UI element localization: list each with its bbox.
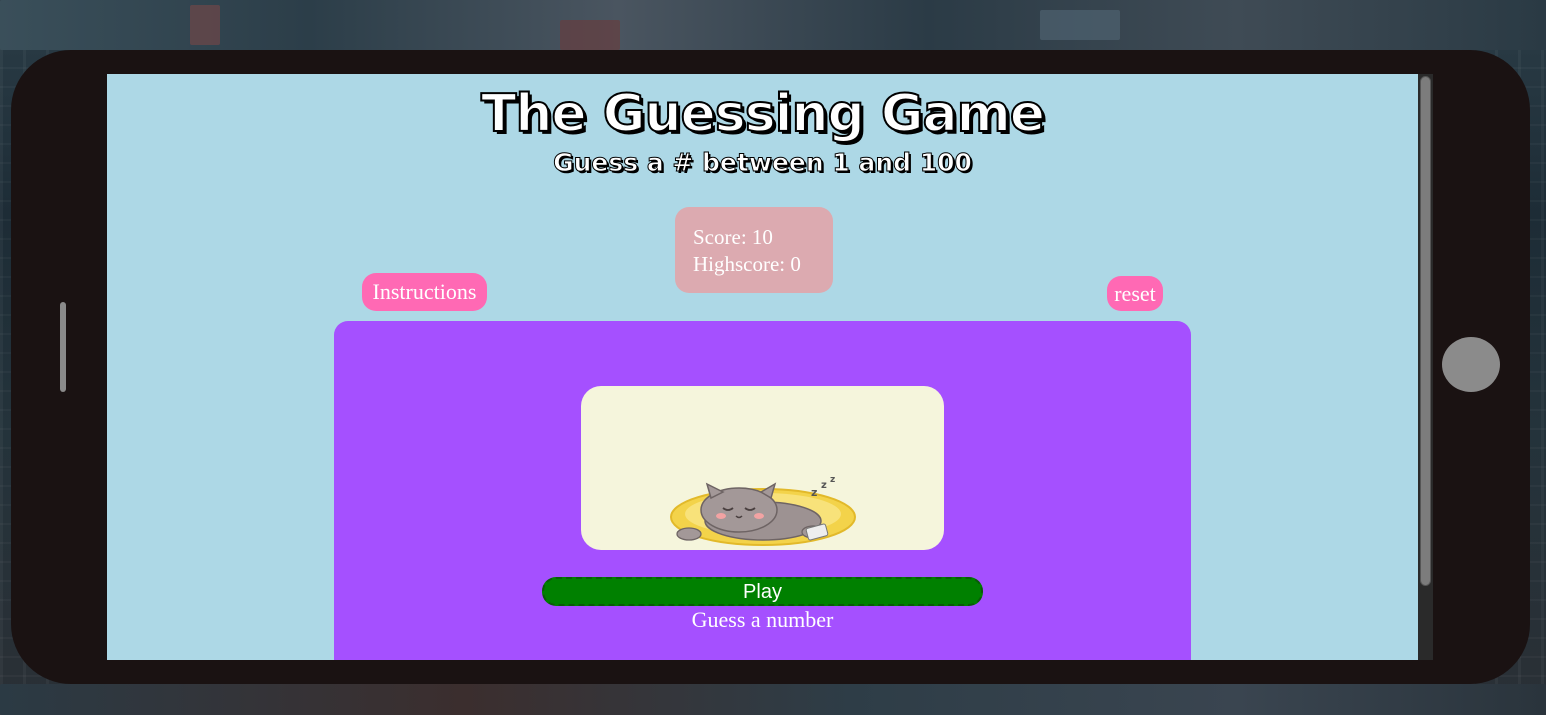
background-decoration bbox=[0, 684, 1546, 715]
page-subtitle: Guess a # between 1 and 100 bbox=[553, 148, 973, 178]
cat-blush bbox=[754, 513, 764, 519]
score-label: Score: 10 bbox=[693, 225, 773, 249]
instructions-button[interactable]: Instructions bbox=[362, 273, 487, 311]
background-decoration bbox=[190, 5, 220, 45]
highscore-label: Highscore: 0 bbox=[693, 252, 801, 276]
sleeping-cat-image: z z z bbox=[670, 475, 856, 546]
background-decoration bbox=[1040, 10, 1120, 40]
phone-side-button bbox=[60, 302, 66, 392]
scoreboard: Score: 10 Highscore: 0 bbox=[675, 207, 833, 293]
image-card: z z z bbox=[581, 386, 944, 550]
background-decoration bbox=[0, 0, 1546, 50]
sleep-z: z bbox=[821, 480, 827, 491]
phone-screen: The Guessing Game Guess a # between 1 an… bbox=[107, 74, 1418, 660]
phone-home-button[interactable] bbox=[1442, 337, 1500, 392]
page-title: The Guessing Game bbox=[480, 83, 1046, 145]
game-panel: z z z Play Guess a number bbox=[334, 321, 1191, 660]
scrollbar-thumb[interactable] bbox=[1420, 76, 1431, 586]
background-decoration bbox=[560, 20, 620, 50]
cat-blush bbox=[716, 513, 726, 519]
cat-paw bbox=[676, 527, 702, 541]
play-button[interactable]: Play bbox=[542, 577, 983, 606]
sleep-z: z bbox=[830, 475, 835, 485]
sleep-z: z bbox=[811, 486, 817, 499]
status-message: Guess a number bbox=[691, 607, 834, 632]
reset-button[interactable]: reset bbox=[1107, 276, 1163, 311]
